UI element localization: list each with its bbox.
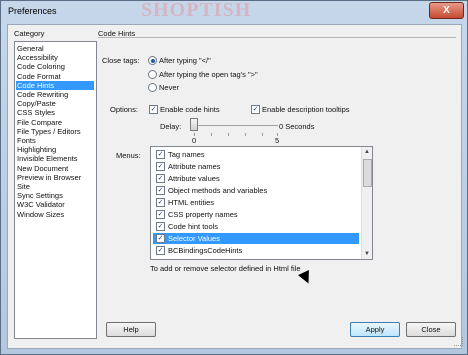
watermark-logo: SHOPTISH: [141, 0, 252, 21]
menu-item-label: CSS property names: [168, 210, 238, 219]
menus-scrollbar[interactable]: ▲ ▼: [361, 147, 372, 259]
menus-list-item[interactable]: ✓ CSS property names: [153, 209, 359, 220]
menu-item-description: To add or remove selector defined in Htm…: [150, 264, 301, 273]
options-label: Options:: [110, 105, 138, 114]
close-tags-label: Close tags:: [102, 56, 140, 65]
category-item[interactable]: Code Hints: [16, 80, 94, 90]
menus-label: Menus:: [116, 151, 141, 160]
title-separator: [98, 37, 456, 38]
category-item[interactable]: File Compare: [16, 118, 94, 127]
menu-item-checkbox[interactable]: ✓: [156, 150, 165, 159]
menu-item-checkbox[interactable]: ✓: [156, 210, 165, 219]
category-item[interactable]: Code Rewriting: [16, 90, 94, 99]
delay-value-text: 0 Seconds: [279, 122, 315, 131]
apply-button[interactable]: Apply: [350, 322, 400, 337]
menu-item-checkbox[interactable]: ✓: [156, 198, 165, 207]
menus-list-item[interactable]: ✓ HTML entities: [153, 197, 359, 208]
menus-list-item[interactable]: ✓ Tag names: [153, 149, 359, 160]
slider-tick: [211, 133, 212, 136]
menu-item-label: Tag names: [168, 150, 205, 159]
help-button[interactable]: Help: [106, 322, 156, 337]
close-button[interactable]: Close: [406, 322, 456, 337]
delay-max-label: 5: [275, 136, 280, 145]
category-item[interactable]: Fonts: [16, 136, 94, 145]
category-list[interactable]: General Accessibility Code Coloring Code Fo…: [14, 41, 97, 339]
menu-item-label: Object methods and variables: [168, 186, 268, 195]
menu-item-label: Attribute values: [168, 174, 220, 183]
enable-description-tooltips-checkbox[interactable]: ✓: [251, 105, 260, 114]
title-bar[interactable]: Preferences SHOPTISH X: [1, 0, 467, 23]
menus-list-item[interactable]: ✓ BCBindingsCodeHints: [153, 245, 359, 256]
enable-description-tooltips-label[interactable]: Enable description tooltips: [262, 105, 350, 114]
radio-never[interactable]: [148, 83, 157, 92]
delay-min-label: 0: [192, 136, 197, 145]
menus-list-item[interactable]: ✓ Selector Values: [153, 233, 359, 244]
category-item[interactable]: Code Coloring: [16, 62, 94, 71]
category-item[interactable]: New Document: [16, 164, 94, 173]
category-item[interactable]: Invisible Elements: [16, 154, 94, 163]
delay-slider-thumb[interactable]: [190, 118, 198, 131]
radio-after-open-tag-label[interactable]: After typing the open tag's ">": [159, 70, 258, 79]
slider-tick: [228, 133, 229, 136]
category-item[interactable]: Window Sizes: [16, 210, 94, 219]
radio-never-label[interactable]: Never: [159, 83, 179, 92]
delay-label: Delay:: [160, 122, 182, 131]
category-item[interactable]: Sync Settings: [16, 191, 94, 200]
category-item[interactable]: General: [16, 44, 94, 53]
resize-grip[interactable]: [454, 337, 463, 346]
menu-item-checkbox[interactable]: ✓: [156, 234, 165, 243]
menu-item-checkbox[interactable]: ✓: [156, 186, 165, 195]
delay-slider-track[interactable]: [194, 125, 278, 126]
menus-list-item[interactable]: ✓ Object methods and variables: [153, 185, 359, 196]
category-heading: Category: [14, 29, 45, 38]
menu-item-label: Selector Values: [168, 234, 220, 243]
window-title: Preferences: [8, 6, 57, 16]
category-item[interactable]: CSS Styles: [16, 108, 94, 117]
dialog-client-area: Category General Accessibility Code Colori…: [7, 24, 463, 349]
menus-list[interactable]: ✓ Tag names ✓ Attribute names ✓ Attribute val…: [150, 146, 373, 260]
preferences-window: Preferences SHOPTISH X Category General A…: [0, 0, 468, 355]
enable-code-hints-checkbox[interactable]: ✓: [149, 105, 158, 114]
menu-item-checkbox[interactable]: ✓: [156, 162, 165, 171]
category-item[interactable]: Accessibility: [16, 53, 94, 62]
window-close-button[interactable]: X: [429, 2, 464, 19]
menu-item-label: Code hint tools: [168, 222, 219, 231]
menu-item-label: HTML entities: [168, 198, 214, 207]
enable-code-hints-label[interactable]: Enable code hints: [160, 105, 220, 114]
menu-item-label: BCBindingsCodeHints: [168, 246, 243, 255]
slider-tick: [262, 133, 263, 136]
menu-item-label: Attribute names: [168, 162, 221, 171]
radio-after-open-tag[interactable]: [148, 70, 157, 79]
category-item[interactable]: Preview in Browser: [16, 173, 94, 182]
menus-list-item[interactable]: ✓ Code hint tools: [153, 221, 359, 232]
menus-list-item[interactable]: ✓ Attribute values: [153, 173, 359, 184]
category-item[interactable]: Highlighting: [16, 145, 94, 154]
menus-list-item[interactable]: ✓ Attribute names: [153, 161, 359, 172]
menu-item-checkbox[interactable]: ✓: [156, 174, 165, 183]
menu-item-checkbox[interactable]: ✓: [156, 222, 165, 231]
scroll-up-icon[interactable]: ▲: [362, 147, 372, 157]
category-item[interactable]: Site: [16, 182, 94, 191]
scroll-thumb[interactable]: [363, 159, 372, 187]
category-item[interactable]: File Types / Editors: [16, 127, 94, 136]
scroll-down-icon[interactable]: ▼: [362, 249, 372, 259]
menu-item-checkbox[interactable]: ✓: [156, 246, 165, 255]
category-item[interactable]: Code Format: [16, 72, 94, 81]
radio-after-typing-close[interactable]: [148, 56, 157, 65]
radio-after-typing-close-label[interactable]: After typing "</": [159, 56, 211, 65]
category-item[interactable]: W3C Validator: [16, 200, 94, 209]
category-item[interactable]: Copy/Paste: [16, 99, 94, 108]
slider-tick: [245, 133, 246, 136]
